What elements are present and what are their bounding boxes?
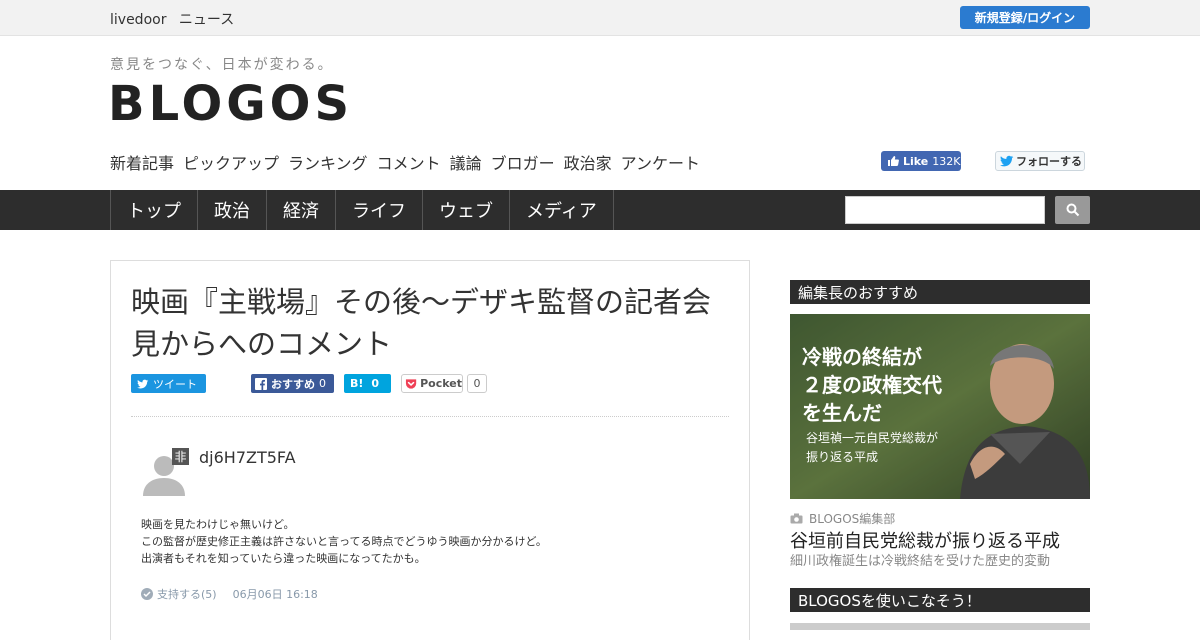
register-login-button[interactable]: 新規登録/ログイン (960, 6, 1090, 29)
feature-overlay-line: 冷戦の終結が (802, 345, 922, 369)
twitter-follow-button[interactable]: フォローする (995, 151, 1085, 171)
nav-economy[interactable]: 経済 (267, 190, 336, 230)
feature-overlay-subline: 谷垣禎一元自民党総裁が (806, 430, 938, 445)
non-member-badge: 非 (174, 450, 186, 464)
feature-subtitle: 細川政権誕生は冷戦終結を受けた歴史的変動 (790, 554, 1051, 569)
comment-line: 出演者もそれを知っていたら違った映画になってたかも。 (141, 552, 426, 565)
feature-overlay-subline: 振り返る平成 (806, 450, 878, 464)
howto-banner[interactable] (790, 623, 1090, 630)
follow-label: フォローする (1016, 155, 1082, 168)
nav-top[interactable]: トップ (110, 190, 198, 230)
tagline: 意見をつなぐ、日本が変わる。 (110, 57, 334, 73)
editor-picks-heading-wrap: 編集長のおすすめ (790, 280, 1090, 304)
facebook-icon (255, 377, 267, 390)
subnav-new-articles[interactable]: 新着記事 (110, 150, 174, 174)
pocket-icon (405, 378, 417, 389)
pocket-count: 0 (467, 374, 487, 393)
nav-web[interactable]: ウェブ (423, 190, 510, 230)
check-circle-icon (141, 588, 153, 600)
feature-image[interactable]: 冷戦の終結が ２度の政権交代 を生んだ 谷垣禎一元自民党総裁が 振り返る平成 (790, 314, 1090, 499)
camera-icon (790, 513, 803, 524)
nav-politics[interactable]: 政治 (198, 190, 267, 230)
article-card: 映画『主戦場』その後〜デザキ監督の記者会見からへのコメント ツイート おすすめ … (110, 260, 750, 640)
feature-source-label: BLOGOS編集部 (809, 512, 896, 526)
blogos-logo[interactable]: BLOGOS (108, 76, 353, 132)
feature-overlay-line: ２度の政権交代 (802, 373, 942, 397)
default-user-icon: 非 (143, 448, 189, 496)
feature-source: BLOGOS編集部 (790, 510, 895, 527)
site-header: 意見をつなぐ、日本が変わる。 BLOGOS 新着記事 ピックアップ ランキング … (0, 36, 1200, 190)
avatar[interactable]: 非 (141, 446, 191, 496)
news-label: ニュース (178, 12, 235, 28)
share-buttons: ツイート おすすめ 0 B! 0 Pocket 0 (131, 374, 487, 393)
tweet-label: ツイート (153, 377, 197, 391)
subnav-ranking[interactable]: ランキング (288, 150, 368, 174)
comment-line: 映画を見たわけじゃ無いけど。 (141, 518, 295, 531)
hatena-count: 0 (371, 377, 380, 390)
editor-picks-heading: 編集長のおすすめ (790, 280, 1090, 304)
twitter-bird-icon (1000, 155, 1014, 167)
fb-recommend-count: 0 (319, 377, 326, 390)
search-icon (1066, 203, 1079, 217)
fb-recommend-label: おすすめ (271, 377, 315, 391)
feature-photo: 冷戦の終結が ２度の政権交代 を生んだ 谷垣禎一元自民党総裁が 振り返る平成 (790, 314, 1090, 499)
thumbs-up-icon (888, 156, 899, 166)
nav-life[interactable]: ライフ (336, 190, 423, 230)
hatena-icon: B! (350, 377, 364, 390)
article-title: 映画『主戦場』その後〜デザキ監督の記者会見からへのコメント (131, 285, 712, 361)
facebook-like-button[interactable]: Like 132K (881, 151, 961, 171)
facebook-recommend-button[interactable]: おすすめ 0 (251, 374, 334, 393)
comment-text: 映画を見たわけじゃ無いけど。 この監督が歴史修正主義は許さないと言ってる時点でど… (141, 516, 701, 567)
search-button[interactable] (1055, 196, 1090, 224)
main-navigation: トップ 政治 経済 ライフ ウェブ メディア (0, 190, 1200, 230)
howto-heading-wrap: BLOGOSを使いこなそう！ (790, 588, 1090, 612)
livedoor-label: livedoor (110, 12, 167, 28)
feature-overlay-line: を生んだ (802, 401, 882, 425)
top-bar: livedoor ニュース 新規登録/ログイン (0, 0, 1200, 36)
comment-username[interactable]: dj6H7ZT5FA (199, 448, 296, 467)
comment-line: この監督が歴史修正主義は許さないと言ってる時点でどうゆう映画か分かるけど。 (141, 535, 547, 548)
pocket-label: Pocket (420, 377, 462, 390)
hatena-bookmark-button[interactable]: B! 0 (344, 374, 391, 393)
twitter-bird-icon (137, 379, 149, 389)
nav-media[interactable]: メディア (510, 190, 614, 230)
subnav-bloggers[interactable]: ブロガー (491, 150, 555, 174)
support-button[interactable]: 支持する(5) (157, 586, 217, 602)
howto-heading: BLOGOSを使いこなそう！ (790, 588, 1090, 612)
subnav-comments[interactable]: コメント (377, 150, 441, 174)
comment-date: 06月06日 16:18 (232, 588, 318, 601)
divider (131, 416, 729, 417)
fb-like-label: Like (903, 154, 929, 168)
livedoor-news-brand[interactable]: livedoor ニュース (110, 9, 242, 29)
search-input[interactable] (845, 196, 1045, 224)
subnav-survey[interactable]: アンケート (621, 150, 700, 174)
sub-navigation: 新着記事 ピックアップ ランキング コメント 議論 ブロガー 政治家 アンケート (110, 150, 700, 174)
subnav-discussion[interactable]: 議論 (450, 150, 482, 174)
subnav-politicians[interactable]: 政治家 (564, 150, 612, 174)
subnav-pickup[interactable]: ピックアップ (183, 150, 279, 174)
fb-like-count: 132K (932, 154, 961, 168)
pocket-button[interactable]: Pocket (401, 374, 463, 393)
tweet-button[interactable]: ツイート (131, 374, 206, 393)
comment-footer: 支持する(5) 06月06日 16:18 (141, 586, 318, 602)
